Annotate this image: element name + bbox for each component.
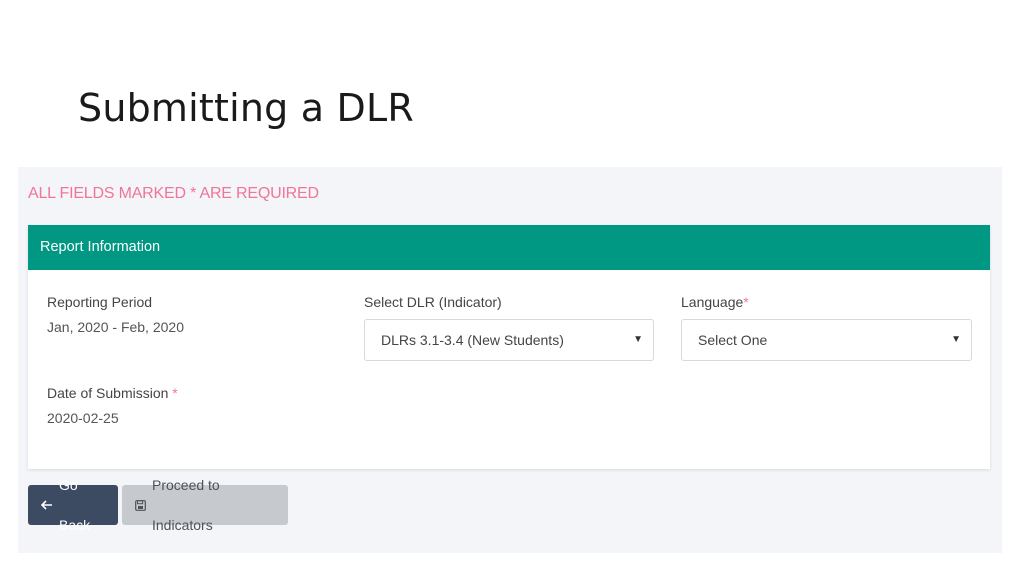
reporting-period-value: Jan, 2020 - Feb, 2020 xyxy=(47,319,184,335)
dlr-indicator-selected-value: DLRs 3.1-3.4 (New Students) xyxy=(381,332,564,348)
date-of-submission-value: 2020-02-25 xyxy=(47,410,119,426)
select-dlr-label: Select DLR (Indicator) xyxy=(364,294,502,310)
caret-down-icon: ▼ xyxy=(951,334,961,345)
caret-down-icon: ▼ xyxy=(633,334,643,345)
required-asterisk: * xyxy=(743,294,749,310)
proceed-label: Proceed to Indicators xyxy=(152,477,220,533)
slide-title: Submitting a DLR xyxy=(78,86,414,130)
dlr-indicator-select[interactable]: DLRs 3.1-3.4 (New Students) ▼ xyxy=(364,319,654,361)
reporting-period-label: Reporting Period xyxy=(47,294,153,310)
language-selected-value: Select One xyxy=(698,332,768,348)
date-of-submission-label-text: Date of Submission xyxy=(47,385,173,401)
report-information-card: Report Information Reporting Period Jan,… xyxy=(28,225,990,469)
proceed-to-indicators-button[interactable]: Proceed to Indicators xyxy=(122,477,288,533)
go-back-button[interactable]: Go Back xyxy=(28,477,118,533)
language-label: Language* xyxy=(681,294,749,310)
form-panel: ALL FIELDS MARKED * ARE REQUIRED Report … xyxy=(18,167,1002,553)
date-of-submission-label: Date of Submission * xyxy=(47,385,178,401)
language-select[interactable]: Select One ▼ xyxy=(681,319,972,361)
arrow-left-icon xyxy=(41,500,53,510)
required-fields-note: ALL FIELDS MARKED * ARE REQUIRED xyxy=(28,185,319,202)
floppy-disk-icon xyxy=(135,499,146,511)
go-back-label: Go Back xyxy=(59,477,91,533)
required-asterisk: * xyxy=(172,385,178,401)
card-header: Report Information xyxy=(28,225,990,270)
language-label-text: Language xyxy=(681,294,744,310)
